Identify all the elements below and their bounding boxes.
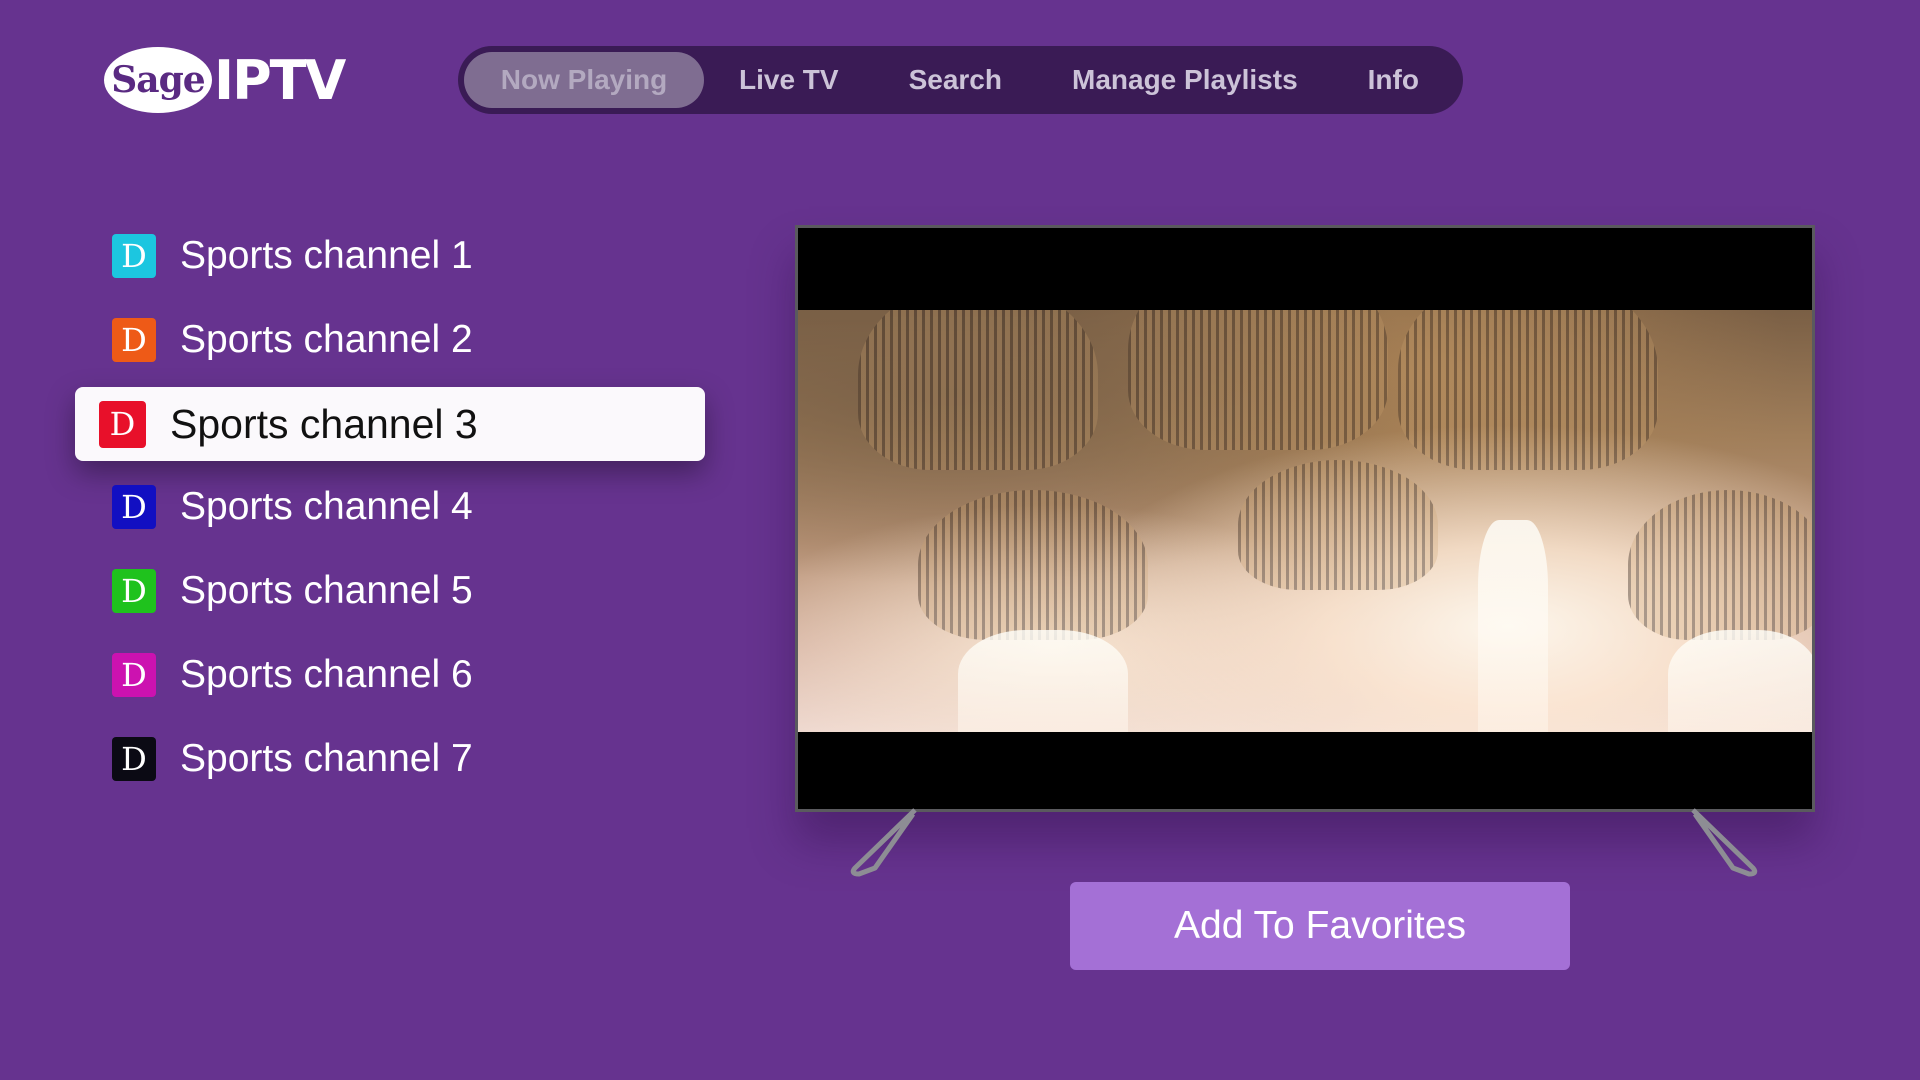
- tab-search[interactable]: Search: [874, 52, 1037, 108]
- channel-item[interactable]: D Sports channel 5: [112, 555, 473, 627]
- channel-item[interactable]: D Sports channel 4: [112, 471, 473, 543]
- channel-name: Sports channel 2: [180, 318, 473, 361]
- channel-logo-icon: D: [112, 485, 156, 529]
- tab-manage-playlists[interactable]: Manage Playlists: [1037, 52, 1333, 108]
- channel-logo-icon: D: [112, 318, 156, 362]
- channel-logo-icon: D: [112, 737, 156, 781]
- tab-info[interactable]: Info: [1333, 52, 1454, 108]
- tv-stand-left: [850, 808, 917, 877]
- channel-name: Sports channel 1: [180, 234, 473, 277]
- tab-now-playing[interactable]: Now Playing: [464, 52, 704, 108]
- tv-preview[interactable]: [795, 225, 1815, 812]
- app-screen: Sage IPTV Now Playing Live TV Search Man…: [0, 0, 1920, 1080]
- logo-text: IPTV: [214, 48, 346, 112]
- video-frame: [798, 310, 1812, 732]
- channel-logo-icon: D: [112, 569, 156, 613]
- channel-item[interactable]: D Sports channel 6: [112, 639, 473, 711]
- add-to-favorites-button[interactable]: Add To Favorites: [1070, 882, 1570, 970]
- tab-live-tv[interactable]: Live TV: [704, 52, 874, 108]
- channel-logo-icon: D: [99, 400, 146, 448]
- channel-logo-icon: D: [112, 653, 156, 697]
- channel-item[interactable]: D Sports channel 2: [112, 304, 473, 376]
- channel-item[interactable]: D Sports channel 7: [112, 723, 473, 795]
- channel-name: Sports channel 4: [180, 485, 473, 528]
- channel-name: Sports channel 7: [180, 737, 473, 780]
- channel-name: Sports channel 5: [180, 569, 473, 612]
- app-logo: Sage IPTV: [104, 47, 346, 113]
- tv-stand-right: [1691, 808, 1758, 877]
- channel-item[interactable]: D Sports channel 1: [112, 220, 473, 292]
- channel-item-selected[interactable]: D Sports channel 3: [75, 387, 705, 461]
- top-navigation: Now Playing Live TV Search Manage Playli…: [458, 46, 1463, 114]
- channel-logo-icon: D: [112, 234, 156, 278]
- channel-name: Sports channel 3: [170, 400, 478, 447]
- channel-name: Sports channel 6: [180, 653, 473, 696]
- logo-oval: Sage: [104, 47, 212, 113]
